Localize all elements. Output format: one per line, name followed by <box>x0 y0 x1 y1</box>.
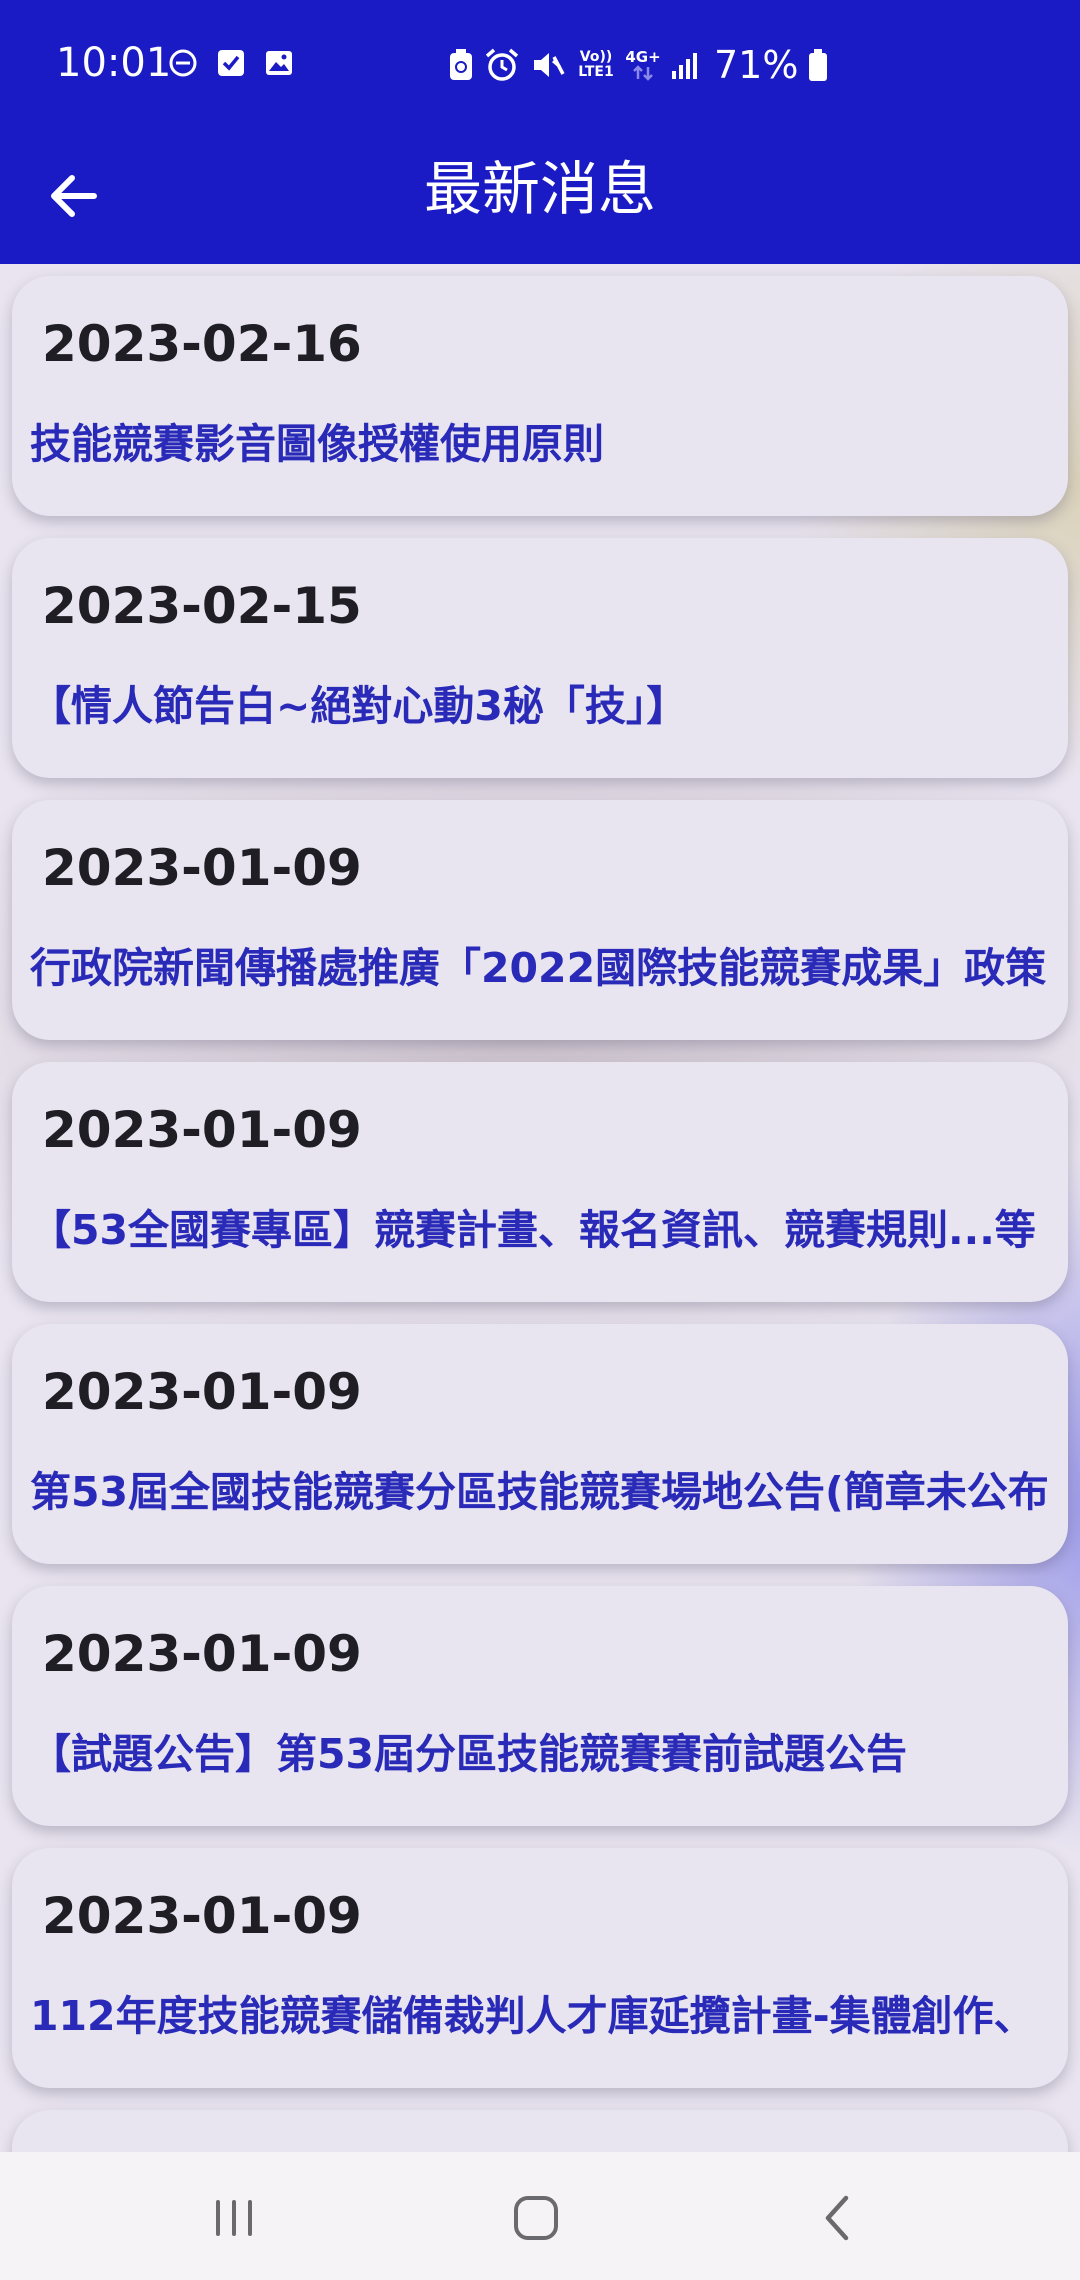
system-nav-bar <box>0 2152 1080 2280</box>
news-item[interactable]: 2023-01-09 【53全國賽專區】競賽計畫、報名資訊、競賽規則...等 <box>12 1062 1068 1302</box>
news-item[interactable]: 2023-01-09 112年度技能競賽儲備裁判人才庫延攬計畫-集體創作、 <box>12 1848 1068 2088</box>
news-title-link[interactable]: 【情人節告白~絕對心動3秘「技」】 <box>30 678 1060 734</box>
back-nav-button[interactable] <box>800 2180 876 2256</box>
news-date: 2023-02-15 <box>42 577 362 635</box>
news-date: 2023-01-09 <box>42 1101 362 1159</box>
do-not-disturb-icon <box>169 49 197 77</box>
network-type-label: 4G+ <box>625 48 661 66</box>
status-bar: 10:01 Vo)) LTE1 4G+ 71% <box>0 0 1080 130</box>
signal-icon <box>672 53 697 79</box>
news-item[interactable]: 2023-02-15 【情人節告白~絕對心動3秘「技」】 <box>12 538 1068 778</box>
back-icon[interactable] <box>800 2180 876 2256</box>
news-title-link[interactable]: 112年度技能競賽儲備裁判人才庫延攬計畫-集體創作、 <box>30 1988 1060 2044</box>
news-date: 2023-01-09 <box>42 839 362 897</box>
news-item[interactable]: 2023-01-09 行政院新聞傳播處推廣「2022國際技能競賽成果」政策 <box>12 800 1068 1040</box>
status-time: 10:01 <box>56 40 172 86</box>
arrow-left-icon[interactable] <box>38 158 114 234</box>
news-title-link[interactable]: 第53屆全國技能競賽分區技能競賽場地公告(簡章未公布 <box>30 1464 1060 1520</box>
status-icons: Vo)) LTE1 4G+ 71% <box>448 40 828 90</box>
news-date: 2023-01-09 <box>42 1363 362 1421</box>
news-title-link[interactable]: 技能競賽影音圖像授權使用原則 <box>30 416 1060 472</box>
news-item-partial[interactable] <box>12 2110 1068 2152</box>
home-icon[interactable] <box>498 2180 574 2256</box>
image-icon <box>266 51 292 75</box>
news-date: 2023-01-09 <box>42 1887 362 1945</box>
news-item[interactable]: 2023-01-09 【試題公告】第53屆分區技能競賽賽前試題公告 <box>12 1586 1068 1826</box>
recent-apps-icon[interactable] <box>196 2180 272 2256</box>
news-item[interactable]: 2023-01-09 第53屆全國技能競賽分區技能競賽場地公告(簡章未公布 <box>12 1324 1068 1564</box>
volte-icon: Vo)) LTE1 <box>576 50 616 80</box>
alarm-icon <box>485 48 519 81</box>
news-date: 2023-01-09 <box>42 1625 362 1683</box>
app-bar: 最新消息 <box>0 130 1080 264</box>
battery-percentage: 71% <box>714 43 799 87</box>
data-arrows-glyph <box>633 65 653 81</box>
battery-icon <box>809 49 828 81</box>
news-title-link[interactable]: 【試題公告】第53屆分區技能競賽賽前試題公告 <box>30 1726 1060 1782</box>
news-date: 2023-02-16 <box>42 315 362 373</box>
recent-apps-button[interactable] <box>196 2180 272 2256</box>
volte-label-bottom: LTE1 <box>578 64 614 80</box>
back-button[interactable] <box>38 158 114 234</box>
news-list[interactable]: 2023-02-16 技能競賽影音圖像授權使用原則 2023-02-15 【情人… <box>0 264 1080 2152</box>
news-title-link[interactable]: 行政院新聞傳播處推廣「2022國際技能競賽成果」政策 <box>30 940 1060 996</box>
news-title-link[interactable]: 【53全國賽專區】競賽計畫、報名資訊、競賽規則...等 <box>30 1202 1060 1258</box>
battery-saver-icon <box>450 49 472 80</box>
checkbox-icon <box>218 50 244 76</box>
mute-icon <box>534 53 565 77</box>
page-title: 最新消息 <box>423 155 656 223</box>
data-arrows-icon: 4G+ <box>625 48 661 81</box>
news-item[interactable]: 2023-02-16 技能競賽影音圖像授權使用原則 <box>12 276 1068 516</box>
volte-label-top: Vo)) <box>579 49 613 65</box>
home-button[interactable] <box>498 2180 574 2256</box>
